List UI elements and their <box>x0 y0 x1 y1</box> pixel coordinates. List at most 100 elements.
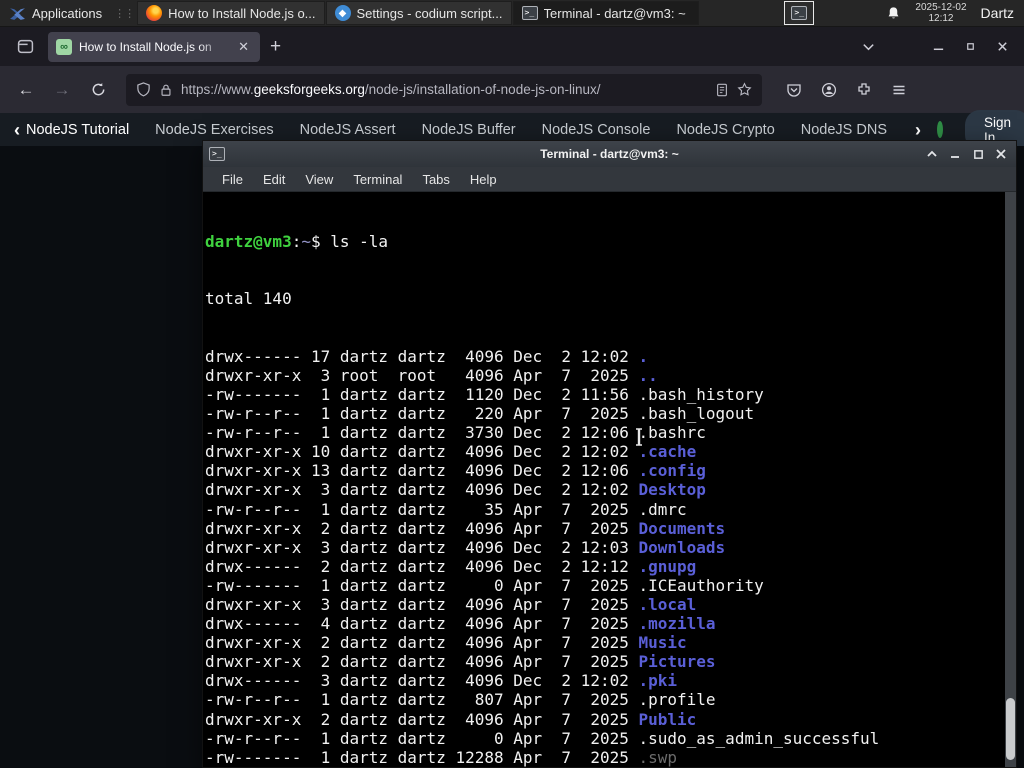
reader-mode-icon[interactable] <box>715 83 729 97</box>
search-icon[interactable] <box>937 121 943 138</box>
nav-item-dns[interactable]: NodeJS DNS <box>788 122 900 138</box>
pocket-save-icon[interactable] <box>780 76 808 104</box>
terminal-titlebar[interactable]: >_ Terminal - dartz@vm3: ~ <box>203 141 1016 167</box>
terminal-line: -rw------- 1 dartz dartz 0 Apr 7 2025 .I… <box>205 575 764 595</box>
url-text: https://www.geeksforgeeks.org/node-js/in… <box>181 82 707 97</box>
lock-icon[interactable] <box>159 83 173 97</box>
file-name: .ICEauthority <box>638 575 764 595</box>
terminal-total-line: total 140 <box>205 289 292 309</box>
browser-maximize-button[interactable] <box>954 34 986 60</box>
terminal-window-controls <box>925 147 1016 161</box>
url-host: geeksforgeeks.org <box>253 82 365 97</box>
browser-close-button[interactable] <box>986 34 1018 60</box>
terminal-menubar: File Edit View Terminal Tabs Help <box>203 167 1016 192</box>
distro-logo-icon <box>9 5 26 22</box>
nav-scroll-left-icon[interactable]: ‹ <box>14 121 20 139</box>
terminal-close-button[interactable] <box>994 147 1008 161</box>
terminal-line: -rw-r--r-- 1 dartz dartz 35 Apr 7 2025 .… <box>205 499 687 519</box>
terminal-line: -rw------- 1 dartz dartz 1120 Dec 2 11:5… <box>205 384 764 404</box>
terminal-maximize-button[interactable] <box>971 147 985 161</box>
new-tab-button[interactable]: + <box>260 36 291 58</box>
terminal-body[interactable]: dartz@vm3:~$ ls -la total 140 drwx------ … <box>203 192 1016 767</box>
terminal-scrollbar-thumb[interactable] <box>1006 698 1015 760</box>
file-name: .sudo_as_admin_successful <box>638 728 880 748</box>
terminal-line: drwxr-xr-x 3 dartz dartz 4096 Apr 7 2025… <box>205 594 697 614</box>
notification-bell-icon[interactable] <box>886 6 901 21</box>
firefox-view-button[interactable] <box>10 34 40 60</box>
panel-user-menu[interactable]: Dartz <box>981 5 1014 21</box>
file-name: .profile <box>638 690 716 710</box>
menu-edit[interactable]: Edit <box>253 170 295 189</box>
file-name: .gnupg <box>638 556 697 576</box>
nav-item-tutorial[interactable]: NodeJS Tutorial <box>26 122 142 138</box>
menu-help[interactable]: Help <box>460 170 507 189</box>
applications-menu-button[interactable]: Applications <box>0 0 111 26</box>
menu-tabs[interactable]: Tabs <box>412 170 459 189</box>
nav-scroll-right-icon[interactable]: › <box>915 121 921 139</box>
menu-file[interactable]: File <box>212 170 253 189</box>
terminal-minimize-button[interactable] <box>948 147 962 161</box>
prompt-user-host: dartz@vm3 <box>205 232 292 252</box>
nav-item-truncated[interactable]: Node <box>900 122 913 138</box>
browser-minimize-button[interactable] <box>922 34 954 60</box>
nav-item-crypto[interactable]: NodeJS Crypto <box>663 122 787 138</box>
nav-item-assert[interactable]: NodeJS Assert <box>287 122 409 138</box>
taskbar-window-terminal[interactable]: >_ Terminal - dartz@vm3: ~ <box>512 1 699 25</box>
terminal-icon: >_ <box>209 147 225 161</box>
browser-tab-bar: ∞ How to Install Node.js on ✕ + <box>0 27 1024 66</box>
ibeam-cursor <box>634 428 644 446</box>
file-name: .bashrc <box>638 423 706 443</box>
url-bar[interactable]: https://www.geeksforgeeks.org/node-js/in… <box>126 73 762 106</box>
terminal-line: drwxr-xr-x 3 root root 4096 Apr 7 2025 .… <box>205 365 658 385</box>
nav-item-exercises[interactable]: NodeJS Exercises <box>142 122 286 138</box>
terminal-line: drwx------ 4 dartz dartz 4096 Apr 7 2025… <box>205 614 716 634</box>
tray-terminal-launcher[interactable]: >_ <box>784 1 815 25</box>
menu-hamburger-icon[interactable] <box>885 76 913 104</box>
file-name: .pki <box>638 671 678 691</box>
taskbar-window-label: Settings - codium script... <box>356 5 503 21</box>
file-name: .. <box>638 365 658 385</box>
tab-title: How to Install Node.js on <box>79 39 212 54</box>
tracking-shield-icon[interactable] <box>136 82 151 97</box>
terminal-title: Terminal - dartz@vm3: ~ <box>540 147 679 161</box>
tab-close-icon[interactable]: ✕ <box>235 38 252 56</box>
prompt-cwd: ~ <box>301 232 311 252</box>
terminal-prompt-line: dartz@vm3:~$ ls -la <box>205 232 1016 251</box>
nav-item-buffer[interactable]: NodeJS Buffer <box>409 122 529 138</box>
file-name: .local <box>638 594 697 614</box>
taskbar-window-firefox[interactable]: How to Install Node.js o... <box>137 1 325 25</box>
file-name: Documents <box>638 518 726 538</box>
prompt-symbol: $ <box>310 232 321 252</box>
file-name: .mozilla <box>638 614 716 634</box>
forward-button[interactable]: → <box>46 75 78 105</box>
panel-clock[interactable]: 2025-12-02 12:12 <box>915 2 966 24</box>
menu-terminal[interactable]: Terminal <box>343 170 412 189</box>
account-icon[interactable] <box>815 76 843 104</box>
taskbar-window-vscodium[interactable]: ◆ Settings - codium script... <box>325 1 512 25</box>
reload-button[interactable] <box>82 75 114 105</box>
extensions-puzzle-icon[interactable] <box>850 76 878 104</box>
back-button[interactable]: ← <box>10 75 42 105</box>
browser-tab-active[interactable]: ∞ How to Install Node.js on ✕ <box>48 31 260 62</box>
xfce-top-panel: Applications ⋮⋮ How to Install Node.js o… <box>0 0 1024 27</box>
terminal-line: drwxr-xr-x 3 dartz dartz 4096 Dec 2 12:0… <box>205 537 726 557</box>
bookmark-star-icon[interactable] <box>737 82 752 97</box>
terminal-scrollbar[interactable] <box>1005 192 1016 767</box>
terminal-line: -rw-r--r-- 1 dartz dartz 0 Apr 7 2025 .s… <box>205 728 880 748</box>
terminal-line: drwx------ 2 dartz dartz 4096 Dec 2 12:1… <box>205 556 697 576</box>
terminal-line: -rw-r--r-- 1 dartz dartz 3730 Dec 2 12:0… <box>205 423 706 443</box>
terminal-shade-button[interactable] <box>925 147 939 161</box>
list-all-tabs-chevron-icon[interactable] <box>861 39 876 54</box>
desktop: Applications ⋮⋮ How to Install Node.js o… <box>0 0 1024 768</box>
menu-view[interactable]: View <box>295 170 343 189</box>
firefox-icon <box>146 5 163 21</box>
file-name: Pictures <box>638 652 716 672</box>
file-name: . <box>638 346 649 366</box>
terminal-line: -rw------- 1 dartz dartz 12288 Apr 7 202… <box>205 747 678 767</box>
nav-item-console[interactable]: NodeJS Console <box>529 122 664 138</box>
terminal-line: drwx------ 17 dartz dartz 4096 Dec 2 12:… <box>205 346 649 366</box>
terminal-line: drwxr-xr-x 2 dartz dartz 4096 Apr 7 2025… <box>205 709 697 729</box>
prompt-command: ls -la <box>330 232 389 252</box>
terminal-icon: >_ <box>521 6 538 20</box>
applications-label: Applications <box>32 5 103 21</box>
